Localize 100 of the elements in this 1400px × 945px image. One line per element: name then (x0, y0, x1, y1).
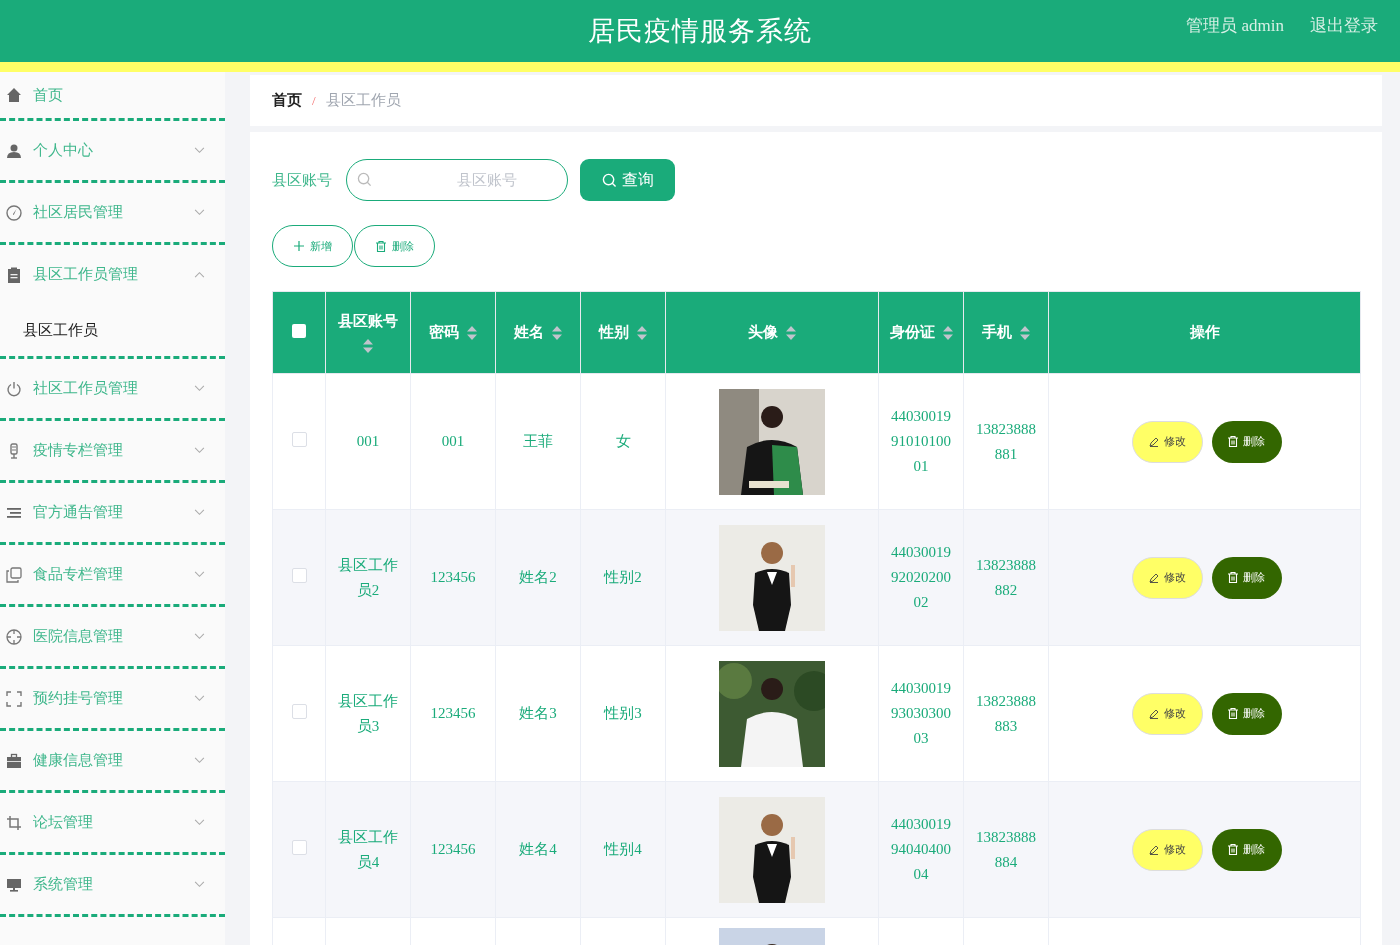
delete-button[interactable]: 删除 (1211, 692, 1282, 735)
sort-icon[interactable] (363, 339, 373, 353)
trash-icon (1228, 572, 1238, 583)
pencil-icon (1148, 436, 1159, 447)
frame-icon (6, 690, 22, 707)
table-cell-text: 13823888883 (976, 691, 1036, 736)
power-icon (6, 380, 22, 397)
table-cell-text: 440300199202020002 (891, 543, 951, 612)
copy-icon (6, 566, 22, 583)
column-header: 县区账号 (338, 312, 398, 331)
delete-button[interactable]: 删除 (1211, 556, 1282, 599)
column-header: 身份证 (889, 323, 935, 342)
sort-icon[interactable] (552, 325, 562, 340)
sidebar-item[interactable]: 系统管理 (0, 855, 225, 914)
table-cell-text: 县区工作员3 (337, 691, 399, 736)
pencil-icon (1148, 572, 1159, 583)
table-cell-text: 13823888881 (976, 419, 1036, 464)
delete-button[interactable]: 删除 (1211, 828, 1282, 871)
table-cell-text: 县区工作员2 (337, 555, 399, 600)
user-label: 管理员 admin (1186, 15, 1284, 37)
crosshair-icon (6, 628, 22, 645)
plus-icon (293, 241, 304, 251)
breadcrumb-link[interactable]: 首页 (272, 91, 302, 110)
table-cell-text: 性别4 (604, 840, 642, 859)
monitor-icon (6, 876, 22, 893)
breadcrumb-current: 县区工作员 (325, 91, 401, 110)
edit-button[interactable]: 修改 (1131, 420, 1203, 463)
sidebar-item[interactable]: 食品专栏管理 (0, 545, 225, 604)
row-checkbox[interactable] (291, 432, 307, 447)
user-icon (6, 142, 22, 159)
column-header: 头像 (748, 323, 778, 342)
trash-icon (1228, 708, 1238, 719)
column-header: 姓名 (514, 323, 544, 342)
sort-icon[interactable] (467, 325, 477, 340)
table-cell-text: 县区工作员4 (337, 827, 399, 872)
sidebar-item[interactable]: 官方通告管理 (0, 483, 225, 542)
column-header: 手机 (982, 323, 1012, 342)
sidebar-item[interactable]: 县区工作员管理 (0, 245, 225, 304)
table-cell-text: 440300199101010001 (891, 407, 951, 476)
search-button[interactable]: 查询 (580, 159, 675, 201)
clipboard-icon (6, 266, 22, 283)
trash-icon (1228, 844, 1238, 855)
edit-button[interactable]: 修改 (1131, 692, 1203, 735)
sidebar-subitem[interactable]: 县区工作员 (0, 304, 225, 356)
table-cell-text: 性别2 (604, 568, 642, 587)
table-cell-text: 123456 (430, 840, 476, 859)
pencil-icon (1148, 844, 1159, 855)
table-cell-text: 姓名4 (519, 840, 557, 859)
delete-button[interactable]: 删除 (354, 225, 435, 267)
compass-icon (6, 204, 22, 221)
table-cell-text: 姓名2 (519, 568, 557, 587)
table-cell-text: 性别3 (604, 704, 642, 723)
sidebar-item[interactable]: 首页 (0, 72, 225, 118)
search-field[interactable]: 县区账号 (346, 159, 568, 201)
table-cell-text: 001 (441, 432, 465, 451)
sidebar-item[interactable]: 预约挂号管理 (0, 669, 225, 728)
sidebar-item[interactable]: 医院信息管理 (0, 607, 225, 666)
sidebar-item[interactable]: 社区工作员管理 (0, 359, 225, 418)
sort-icon[interactable] (637, 325, 647, 340)
table-cell-text: 440300199303030003 (891, 679, 951, 748)
table-cell-text: 女 (615, 432, 631, 451)
delete-button[interactable]: 删除 (1211, 420, 1282, 463)
add-button[interactable]: 新增 (272, 225, 353, 267)
column-header: 操作 (1189, 323, 1220, 342)
trash-icon (375, 240, 386, 252)
table-cell-text: 姓名3 (519, 704, 557, 723)
table-cell-text: 13823888884 (976, 827, 1036, 872)
table-cell-text: 123456 (430, 568, 476, 587)
trash-icon (1228, 436, 1238, 447)
sidebar-item[interactable]: 健康信息管理 (0, 731, 225, 790)
sort-icon[interactable] (942, 325, 953, 340)
pencil-icon (1148, 708, 1159, 719)
table-cell-text: 001 (356, 432, 380, 451)
table-cell-text: 13823888882 (976, 555, 1036, 600)
app-title: 居民疫情服务系统 (588, 15, 812, 48)
table-cell-text: 王菲 (523, 432, 553, 451)
sidebar-item[interactable]: 个人中心 (0, 121, 225, 180)
sort-icon[interactable] (1020, 325, 1030, 340)
breadcrumb-separator: / (312, 92, 316, 109)
edit-button[interactable]: 修改 (1131, 828, 1203, 871)
crop-icon (6, 814, 22, 831)
select-all-checkbox[interactable] (292, 323, 306, 338)
sidebar-item[interactable]: 社区居民管理 (0, 183, 225, 242)
edit-button[interactable]: 修改 (1131, 556, 1203, 599)
column-header: 密码 (429, 323, 459, 342)
table-cell-text: 440300199404040004 (891, 815, 951, 884)
sidebar-item[interactable]: 疫情专栏管理 (0, 421, 225, 480)
row-checkbox[interactable] (291, 704, 307, 719)
column-header: 性别 (599, 323, 629, 342)
search-label: 县区账号 (272, 170, 332, 190)
sidebar-item[interactable]: 论坛管理 (0, 793, 225, 852)
row-checkbox[interactable] (291, 568, 307, 583)
search-icon (357, 172, 372, 187)
sort-icon[interactable] (786, 325, 796, 340)
search-icon (601, 172, 617, 188)
logout-link[interactable]: 退出登录 (1310, 14, 1378, 37)
home-icon (6, 87, 22, 103)
row-checkbox[interactable] (291, 840, 307, 855)
table-cell-text: 123456 (430, 704, 476, 723)
briefcase-icon (6, 752, 22, 769)
